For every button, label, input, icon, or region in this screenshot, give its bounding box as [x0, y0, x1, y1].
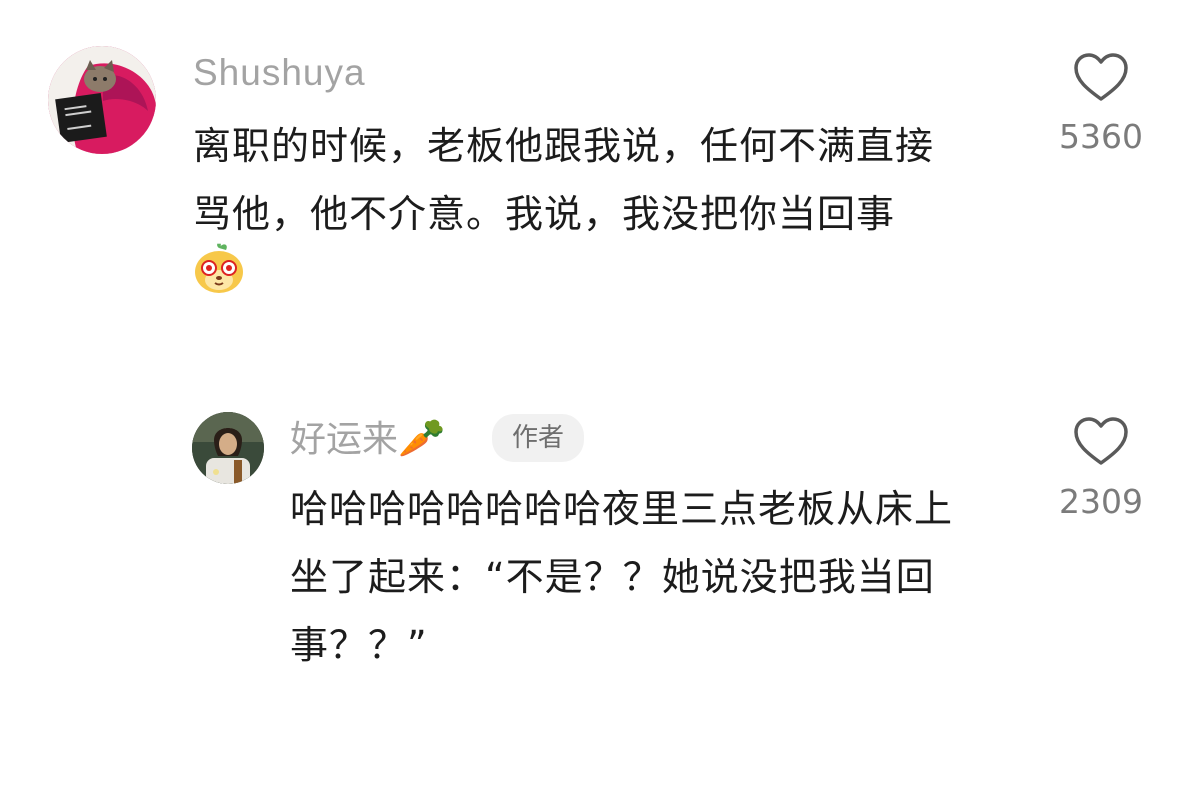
- comment-item[interactable]: 好运来🥕 作者 哈哈哈哈哈哈哈哈夜里三点老板从床上 坐了起来：“不是？？她说没把…: [0, 330, 1179, 750]
- avatar-image: [48, 46, 156, 154]
- username[interactable]: Shushuya: [193, 50, 366, 96]
- like-button[interactable]: [1071, 416, 1131, 472]
- username-text: 好运来: [290, 419, 399, 460]
- comment-text[interactable]: 离职的时候，老板他跟我说，任何不满直接 骂他，他不介意。我说，我没把你当回事: [193, 112, 1033, 248]
- avatar[interactable]: [192, 412, 264, 484]
- avatar-image: [192, 412, 264, 484]
- heart-outline-icon: [1074, 417, 1128, 465]
- like-count: 2309: [1059, 482, 1143, 521]
- author-badge: 作者: [492, 414, 585, 462]
- comment-text[interactable]: 哈哈哈哈哈哈哈哈夜里三点老板从床上 坐了起来：“不是？？她说没把我当回 事？？”: [290, 475, 1050, 679]
- heart-outline-icon: [1074, 53, 1128, 101]
- comment-item[interactable]: Shushuya 离职的时候，老板他跟我说，任何不满直接 骂他，他不介意。我说，…: [0, 0, 1179, 330]
- like-button[interactable]: [1071, 52, 1131, 108]
- carrot-emoji: 🥕: [398, 416, 446, 460]
- username[interactable]: 好运来🥕: [290, 415, 445, 463]
- avatar[interactable]: [48, 46, 156, 154]
- puppy-emoji-sticker: [192, 240, 246, 296]
- like-count: 5360: [1059, 117, 1143, 156]
